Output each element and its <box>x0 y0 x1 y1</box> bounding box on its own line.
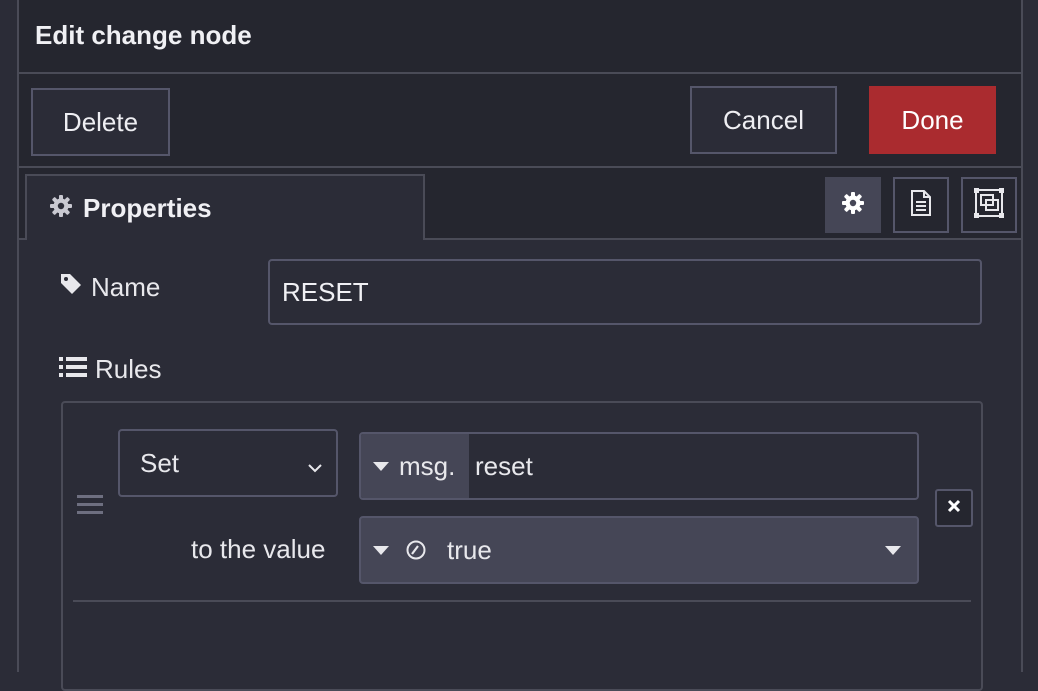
done-button[interactable]: Done <box>869 86 996 154</box>
tab-appearance-button[interactable] <box>961 177 1017 233</box>
name-label-text: Name <box>91 272 161 302</box>
to-the-value-label: to the value <box>191 534 326 564</box>
boolean-icon <box>405 539 427 561</box>
delete-button[interactable]: Delete <box>31 88 170 156</box>
value-text: true <box>447 534 492 565</box>
tab-properties-icon-button[interactable] <box>825 177 881 233</box>
appearance-icon <box>973 187 1005 224</box>
description-icon <box>909 189 933 222</box>
rules-list: Set msg. reset to the value true <box>61 401 983 691</box>
rule-action-value: Set <box>140 447 180 478</box>
name-input[interactable] <box>268 259 982 325</box>
tray-title: Edit change node <box>35 20 252 50</box>
close-icon <box>946 498 962 519</box>
rule-property-input[interactable]: msg. reset <box>359 432 919 500</box>
edit-tray: Edit change node Delete Cancel Done Prop… <box>17 0 1023 691</box>
tag-icon <box>59 272 83 303</box>
chevron-down-icon <box>306 453 324 484</box>
property-type-label: msg. <box>399 450 456 481</box>
cancel-button[interactable]: Cancel <box>690 86 837 154</box>
tray-toolbar: Delete Cancel Done <box>19 74 1021 168</box>
tab-properties[interactable]: Properties <box>25 174 425 240</box>
rules-label: Rules <box>59 354 161 385</box>
rule-action-select[interactable]: Set <box>118 429 338 497</box>
list-icon <box>59 354 87 385</box>
tab-bar: Properties <box>19 168 1021 240</box>
value-type-button[interactable] <box>361 518 427 582</box>
name-label: Name <box>59 272 160 303</box>
tab-properties-label: Properties <box>83 192 212 223</box>
gear-icon <box>841 191 865 220</box>
rules-label-text: Rules <box>95 354 162 384</box>
gear-icon <box>49 194 73 223</box>
property-value: reset <box>475 450 533 481</box>
tray-header: Edit change node <box>19 0 1021 74</box>
caret-down-icon <box>373 461 389 471</box>
rule-divider <box>73 600 971 602</box>
caret-down-icon <box>373 545 389 555</box>
rule-value-input[interactable]: true <box>359 516 919 584</box>
caret-down-icon[interactable] <box>885 546 901 555</box>
remove-rule-button[interactable] <box>935 489 973 527</box>
property-type-button[interactable]: msg. <box>361 434 469 498</box>
tab-description-button[interactable] <box>893 177 949 233</box>
drag-handle-icon[interactable] <box>77 495 103 517</box>
